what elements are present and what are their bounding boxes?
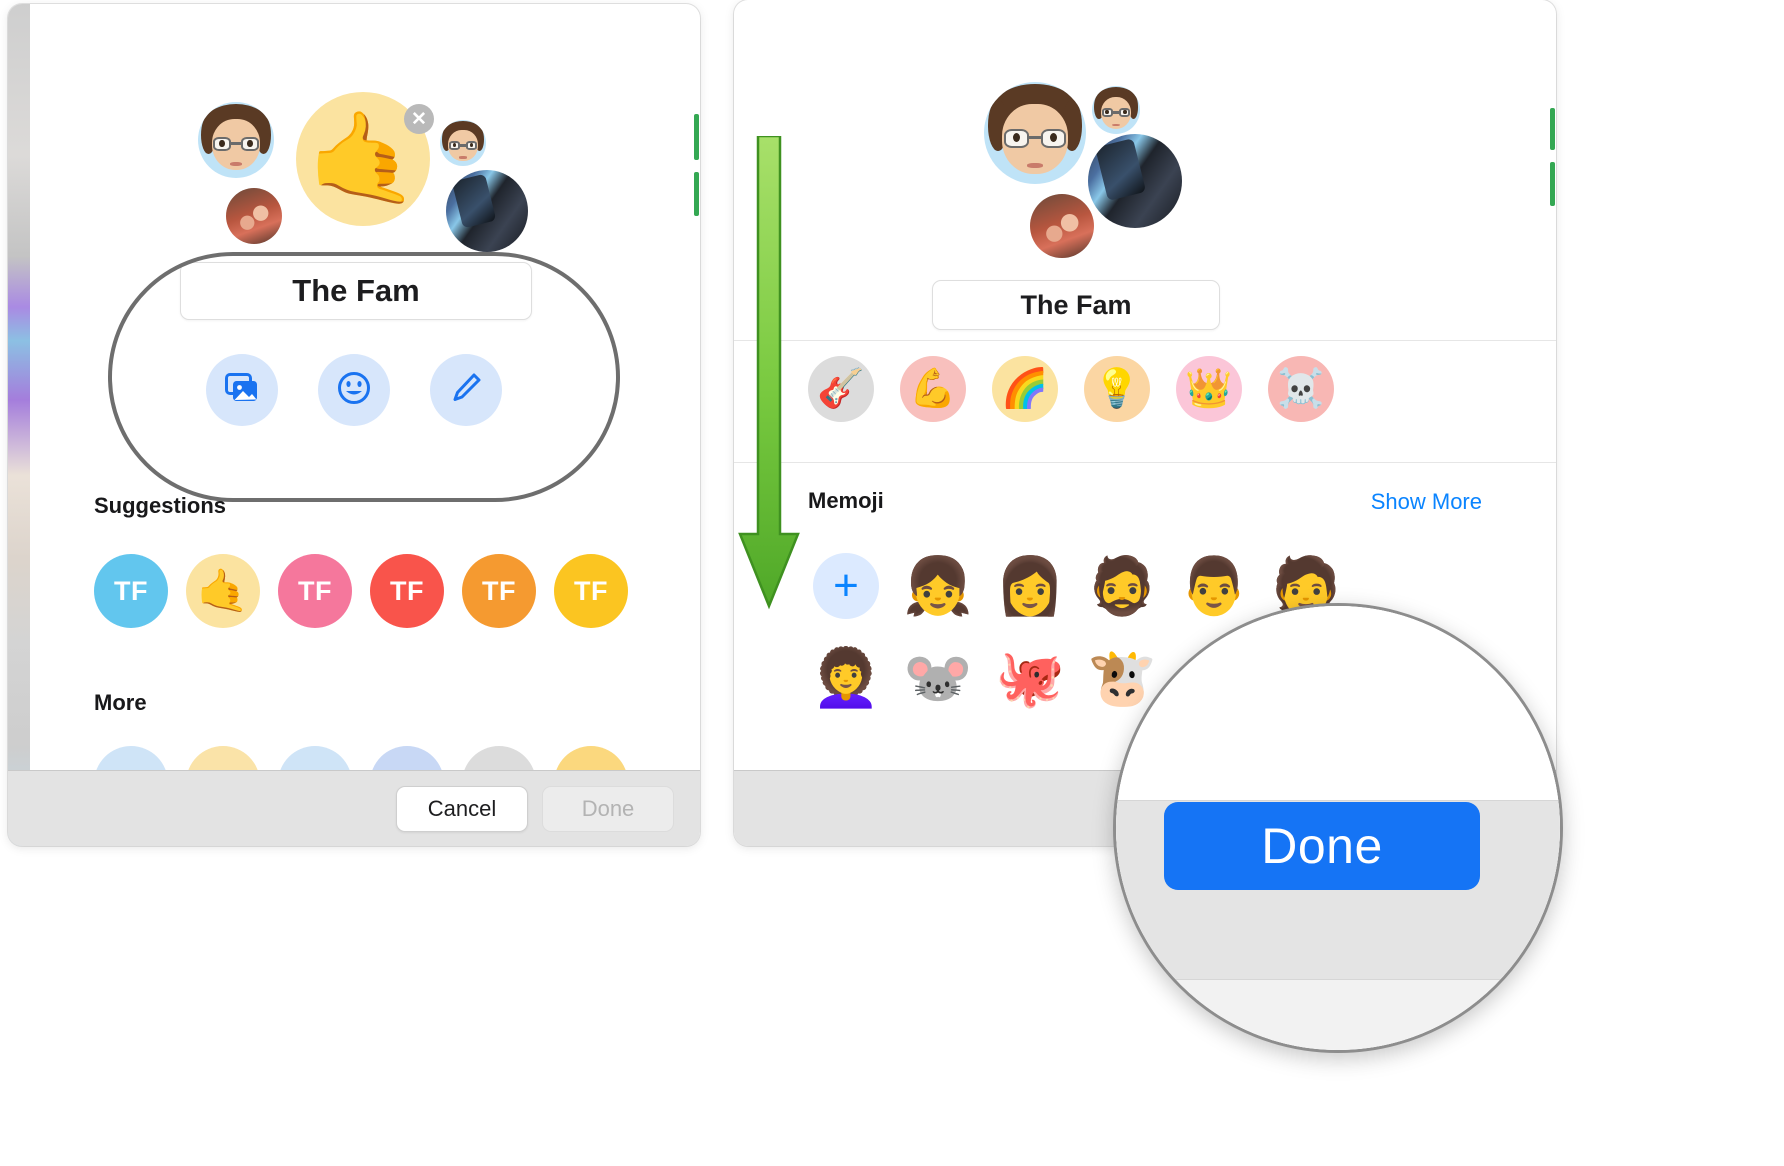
suggestion-item-0[interactable]: TF [94,554,168,628]
rainbow-emoji[interactable]: 🌈 [992,356,1058,422]
done-label-magnified: Done [1261,818,1383,874]
magnifier-content: Done [1116,606,1560,1050]
more-label: More [94,690,147,715]
guitar-emoji[interactable]: 🎸 [808,356,874,422]
suggestion-item-2[interactable]: TF [278,554,352,628]
background-content-strip [8,4,30,846]
memoji-avatar-small[interactable] [440,120,486,166]
magnifier-upper-surface [1116,606,1560,802]
group-name-value-right: The Fam [1020,289,1132,320]
memoji-mouse[interactable]: 🐭 [892,632,984,724]
magnifier-lower-surface [1116,978,1560,1050]
memoji-avatar-small-right[interactable] [1092,86,1140,134]
photo-avatar-selfie-right[interactable] [1088,134,1182,228]
divider-top [734,340,1556,341]
photos-icon [225,372,259,408]
crown-emoji[interactable]: 👑 [1176,356,1242,422]
done-button[interactable]: Done [1164,802,1480,890]
pencil-icon [450,372,482,409]
green-edge-accent-right [1550,108,1555,150]
cancel-label: Cancel [427,795,497,821]
photos-button[interactable] [206,354,278,426]
photo-avatar-selfie[interactable] [446,170,528,252]
memoji-face-6[interactable]: 👩‍🦱 [800,632,892,724]
photo-avatar-kids-right[interactable] [1030,194,1094,258]
suggestion-item-4[interactable]: TF [462,554,536,628]
suggestion-item-5[interactable]: TF [554,554,628,628]
group-name-value: The Fam [292,273,420,308]
avatar-cluster: 🤙 ✕ [188,92,548,252]
done-label: Done [581,795,635,821]
remove-photo-button[interactable]: ✕ [404,104,434,134]
left-panel: 🤙 ✕ The Fam Suggestions TF 🤙 TF TF TF TF… [8,4,700,846]
light-bulb-emoji[interactable]: 💡 [1084,356,1150,422]
memoji-illustration-small [440,120,486,166]
plus-icon: + [813,553,879,619]
memoji-illustration-small-right [1092,86,1140,134]
green-edge-accent-left-2 [694,172,699,216]
photo-avatar-kids[interactable] [226,188,282,244]
memoji-octopus[interactable]: 🐙 [984,632,1076,724]
memoji-illustration [198,102,274,178]
shaka-emoji: 🤙 [306,109,420,209]
skull-crossbones-emoji[interactable]: ☠️ [1268,356,1334,422]
group-name-input-right[interactable]: The Fam [932,280,1220,330]
suggestions-row: TF 🤙 TF TF TF TF [94,554,628,628]
add-memoji-button[interactable]: + [800,540,892,632]
smiley-icon [337,371,371,410]
done-button-magnifier: Done [1113,603,1563,1053]
green-arrow-annotation [736,134,806,616]
show-more-link[interactable]: Show More [1371,489,1482,515]
cancel-button[interactable]: Cancel [396,785,528,832]
photo-action-row [206,354,502,426]
emoji-button[interactable] [318,354,390,426]
left-footer-bar: Cancel Done [8,770,700,846]
draw-button[interactable] [430,354,502,426]
avatar-cluster-right [984,82,1194,262]
green-edge-accent-right-2 [1550,162,1555,206]
memoji-avatar-main[interactable] [198,102,274,178]
suggestion-item-3[interactable]: TF [370,554,444,628]
memoji-illustration-right [984,82,1086,184]
green-edge-accent-left [694,114,699,160]
screenshot-root: 🤙 ✕ The Fam Suggestions TF 🤙 TF TF TF TF… [0,0,1784,1166]
memoji-label: Memoji [808,488,884,513]
flexed-biceps-emoji[interactable]: 💪 [900,356,966,422]
divider-memoji [734,462,1556,463]
suggestions-label: Suggestions [94,493,227,518]
close-icon: ✕ [411,108,427,130]
done-button-disabled[interactable]: Done [542,785,674,832]
memoji-avatar-main-right[interactable] [984,82,1086,184]
suggestion-item-1[interactable]: 🤙 [186,554,260,628]
group-name-input[interactable]: The Fam [180,262,532,320]
memoji-face-1[interactable]: 👧 [892,540,984,632]
emoji-suggestion-row: 🎸 💪 🌈 💡 👑 ☠️ [808,356,1334,422]
memoji-face-2[interactable]: 👩 [984,540,1076,632]
